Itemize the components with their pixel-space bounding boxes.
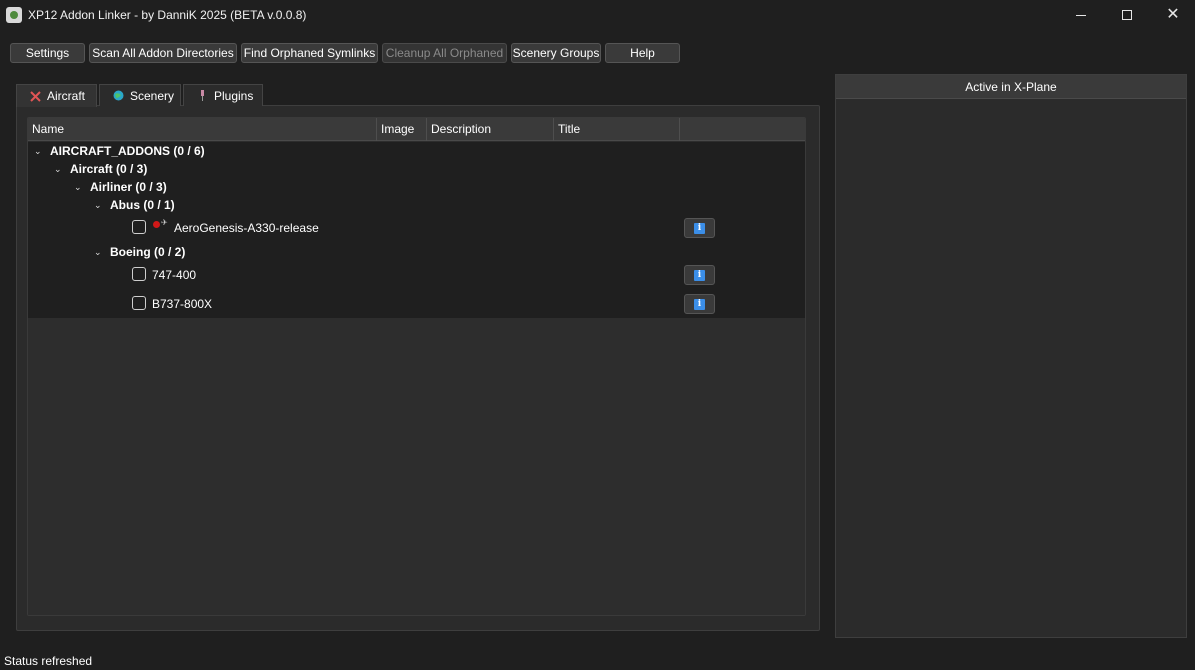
chevron-down-icon[interactable]: ⌄	[94, 201, 102, 210]
tree-node-abus[interactable]: Abus (0 / 1)	[110, 198, 175, 212]
column-title[interactable]: Title	[554, 118, 680, 141]
info-button[interactable]: i	[684, 218, 715, 238]
scan-all-addon-directories-button[interactable]: Scan All Addon Directories	[89, 43, 237, 63]
tab-label: Plugins	[214, 88, 254, 103]
cleanup-all-orphaned-button[interactable]: Cleanup All Orphaned	[382, 43, 507, 63]
maximize-icon	[1122, 10, 1132, 20]
chevron-down-icon[interactable]: ⌄	[74, 183, 82, 192]
active-panel-title: Active in X-Plane	[836, 75, 1186, 99]
tree-header: Name Image Description Title	[28, 118, 805, 141]
title-bar: XP12 Addon Linker - by DanniK 2025 (BETA…	[0, 0, 1195, 30]
addon-checkbox[interactable]	[132, 267, 146, 281]
chevron-down-icon[interactable]: ⌄	[94, 248, 102, 257]
tree-node-airliner[interactable]: Airliner (0 / 3)	[90, 180, 167, 194]
tab-aircraft[interactable]: Aircraft	[16, 84, 97, 107]
addon-checkbox[interactable]	[132, 220, 146, 234]
minimize-icon	[1076, 14, 1086, 16]
tree-node-aircraft-addons[interactable]: AIRCRAFT_ADDONS (0 / 6)	[50, 144, 205, 158]
tab-scenery[interactable]: Scenery	[99, 84, 181, 106]
tab-label: Scenery	[130, 88, 175, 103]
tab-label: Aircraft	[47, 89, 86, 103]
addon-checkbox[interactable]	[132, 296, 146, 310]
active-in-xplane-panel: Active in X-Plane	[835, 74, 1187, 638]
info-icon: i	[694, 222, 705, 234]
close-icon: ✕	[1166, 6, 1180, 23]
column-description[interactable]: Description	[427, 118, 554, 141]
tab-plugins[interactable]: Plugins	[183, 84, 263, 106]
info-icon: i	[694, 269, 705, 281]
column-actions	[680, 118, 805, 141]
tree-node-aircraft[interactable]: Aircraft (0 / 3)	[70, 162, 147, 176]
status-dot-icon	[153, 221, 160, 228]
addon-tree[interactable]: Name Image Description Title ⌄ AIRCRAFT_…	[27, 117, 806, 616]
status-bar-text: Status refreshed	[4, 654, 93, 668]
addon-name: AeroGenesis-A330-release	[174, 221, 319, 235]
help-button[interactable]: Help	[605, 43, 680, 63]
column-name[interactable]: Name	[28, 118, 377, 141]
info-button[interactable]: i	[684, 294, 715, 314]
info-icon: i	[694, 298, 705, 310]
aircraft-icon	[30, 90, 41, 102]
chevron-down-icon[interactable]: ⌄	[54, 165, 62, 174]
addon-name: B737-800X	[152, 297, 213, 311]
column-image[interactable]: Image	[377, 118, 427, 141]
chevron-down-icon[interactable]: ⌄	[34, 147, 42, 156]
addon-name: 747-400	[152, 268, 197, 282]
find-orphaned-symlinks-button[interactable]: Find Orphaned Symlinks	[241, 43, 378, 63]
plug-icon	[201, 90, 204, 101]
settings-button[interactable]: Settings	[10, 43, 85, 63]
tree-empty-area	[28, 318, 805, 615]
scenery-groups-button[interactable]: Scenery Groups	[511, 43, 601, 63]
close-button[interactable]: ✕	[1150, 0, 1195, 30]
minimize-button[interactable]	[1058, 0, 1104, 30]
tree-node-boeing[interactable]: Boeing (0 / 2)	[110, 245, 185, 259]
pin-icon: ✈	[161, 218, 168, 227]
window-title: XP12 Addon Linker - by DanniK 2025 (BETA…	[28, 8, 307, 22]
globe-icon	[113, 90, 124, 101]
app-icon	[6, 7, 22, 23]
info-button[interactable]: i	[684, 265, 715, 285]
maximize-button[interactable]	[1104, 0, 1150, 30]
